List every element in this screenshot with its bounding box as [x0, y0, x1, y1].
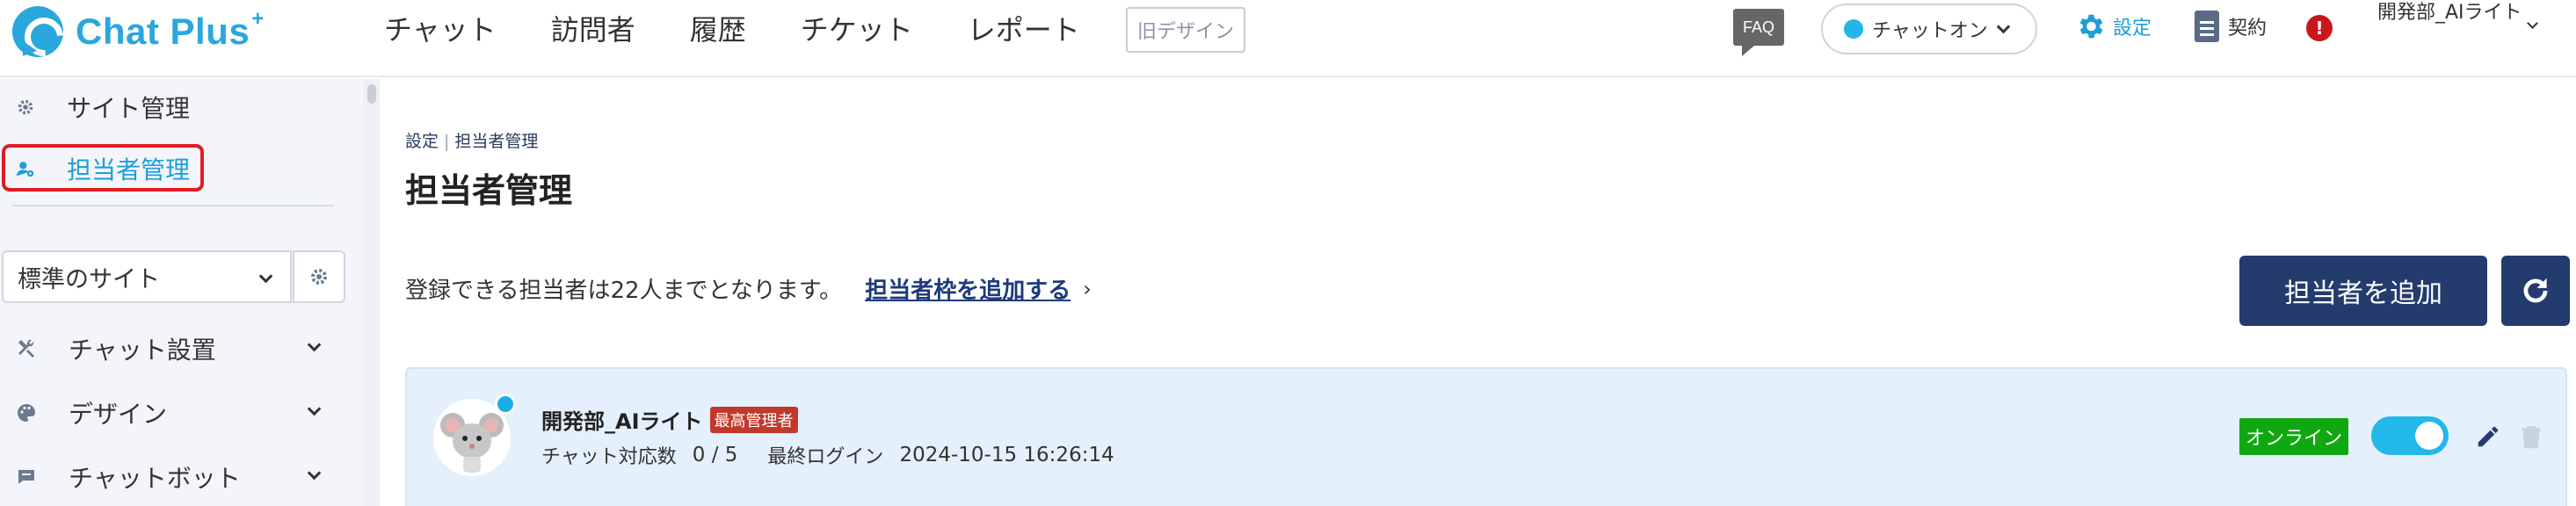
trash-icon[interactable] [2521, 423, 2542, 450]
divider [12, 205, 334, 206]
tools-icon [18, 339, 34, 358]
agent-limit-info: 登録できる担当者は22人までとなります。 担当者枠を追加する › [405, 272, 1092, 305]
menu-label: チャットボット [69, 464, 241, 493]
add-agent-slot-link[interactable]: 担当者枠を追加する [865, 272, 1070, 305]
contract-link[interactable]: 契約 [2195, 11, 2267, 42]
breadcrumb-settings[interactable]: 設定 [405, 132, 439, 151]
site-select-value: 標準のサイト [18, 265, 160, 293]
chevron-down-icon [307, 337, 322, 352]
document-icon [2195, 11, 2219, 42]
sidebar-item-agent-admin[interactable]: 担当者管理 [0, 149, 190, 188]
nav-history[interactable]: 履歴 [690, 8, 746, 48]
chat-count-label: チャット対応数 [541, 446, 677, 468]
old-design-button[interactable]: 旧デザイン [1126, 7, 1245, 53]
gear-icon [2079, 14, 2103, 39]
chevron-right-icon: › [1083, 276, 1092, 301]
chevron-down-icon [258, 269, 273, 284]
chat-count-value: 0 / 5 [692, 444, 738, 466]
chat-status-dropdown[interactable]: チャットオン [1821, 4, 2037, 54]
sidebar-item-design[interactable]: デザイン [0, 387, 334, 439]
breadcrumb-separator: | [444, 132, 450, 151]
agent-meta: チャット対応数 0 / 5 最終ログイン 2024-10-15 16:26:14 [541, 441, 1114, 469]
settings-label: 設定 [2113, 18, 2152, 40]
refresh-icon [2523, 278, 2548, 303]
agent-name: 開発部_AIライト [541, 409, 703, 434]
chevron-down-icon [1996, 19, 2011, 33]
alert-icon[interactable]: ! [2306, 15, 2333, 41]
breadcrumb: 設定 | 担当者管理 [405, 128, 538, 152]
online-indicator-icon [495, 394, 516, 415]
agent-card: 開発部_AIライト 最高管理者 チャット対応数 0 / 5 最終ログイン 202… [405, 367, 2567, 506]
site-settings-button[interactable] [293, 250, 345, 303]
sidebar: サイト管理 担当者管理 標準のサイト チャット設置 デザイン チャットボット [0, 79, 364, 506]
page-title: 担当者管理 [405, 171, 573, 210]
site-select[interactable]: 標準のサイト [2, 250, 292, 303]
contract-label: 契約 [2228, 18, 2268, 40]
sidebar-item-site-admin[interactable]: サイト管理 [0, 88, 190, 126]
role-badge: 最高管理者 [709, 406, 798, 433]
chat-status-label: チャットオン [1872, 20, 1988, 42]
last-login-label: 最終ログイン [767, 446, 884, 468]
gear-icon [18, 99, 33, 115]
sidebar-scrollbar[interactable] [364, 79, 380, 506]
gear-icon [311, 269, 327, 285]
refresh-button[interactable] [2501, 256, 2570, 326]
chat-bubble-icon [12, 6, 63, 57]
main-nav: チャット 訪問者 履歴 チケット レポート [384, 0, 1135, 56]
agent-limit-text: 登録できる担当者は22人までとなります。 [405, 278, 843, 304]
nav-reports[interactable]: レポート [968, 8, 1080, 48]
logo-plus: + [251, 7, 265, 31]
sidebar-item-chatbot[interactable]: チャットボット [0, 451, 334, 503]
palette-icon [18, 404, 35, 422]
settings-link[interactable]: 設定 [2074, 11, 2152, 42]
user-menu[interactable]: 開発部_AIライト [2377, 0, 2538, 29]
status-badge: オンライン [2239, 418, 2348, 455]
nav-visitors[interactable]: 訪問者 [551, 8, 635, 48]
top-header: Chat Plus + チャット 訪問者 履歴 チケット レポート 旧デザイン … [0, 0, 2576, 77]
user-gear-icon [16, 162, 34, 177]
scrollbar-thumb[interactable] [367, 84, 376, 104]
agent-name-row: 開発部_AIライト 最高管理者 [541, 404, 798, 435]
chevron-down-icon [307, 466, 322, 481]
pencil-icon[interactable] [2475, 423, 2501, 450]
last-login-value: 2024-10-15 16:26:14 [899, 444, 1114, 466]
chat-icon [18, 470, 34, 484]
chat-plus-logo[interactable]: Chat Plus + [12, 5, 264, 58]
sidebar-item-chat-setup[interactable]: チャット設置 [0, 322, 334, 375]
breadcrumb-current: 担当者管理 [454, 132, 539, 151]
menu-label: デザイン [69, 400, 168, 429]
nav-chat[interactable]: チャット [384, 8, 497, 48]
user-name: 開発部_AIライト [2377, 2, 2522, 24]
add-agent-button[interactable]: 担当者を追加 [2239, 256, 2487, 326]
faq-icon[interactable]: FAQ [1733, 9, 1784, 56]
sidebar-item-label: 担当者管理 [67, 155, 191, 184]
agent-enabled-toggle[interactable] [2371, 416, 2449, 455]
logo-text: Chat Plus [76, 11, 250, 52]
status-dot-icon [1844, 19, 1863, 39]
chevron-down-icon [307, 401, 322, 416]
sidebar-item-label: サイト管理 [67, 94, 191, 123]
menu-label: チャット設置 [69, 336, 216, 365]
chevron-down-icon [2527, 18, 2538, 29]
nav-tickets[interactable]: チケット [801, 8, 913, 48]
